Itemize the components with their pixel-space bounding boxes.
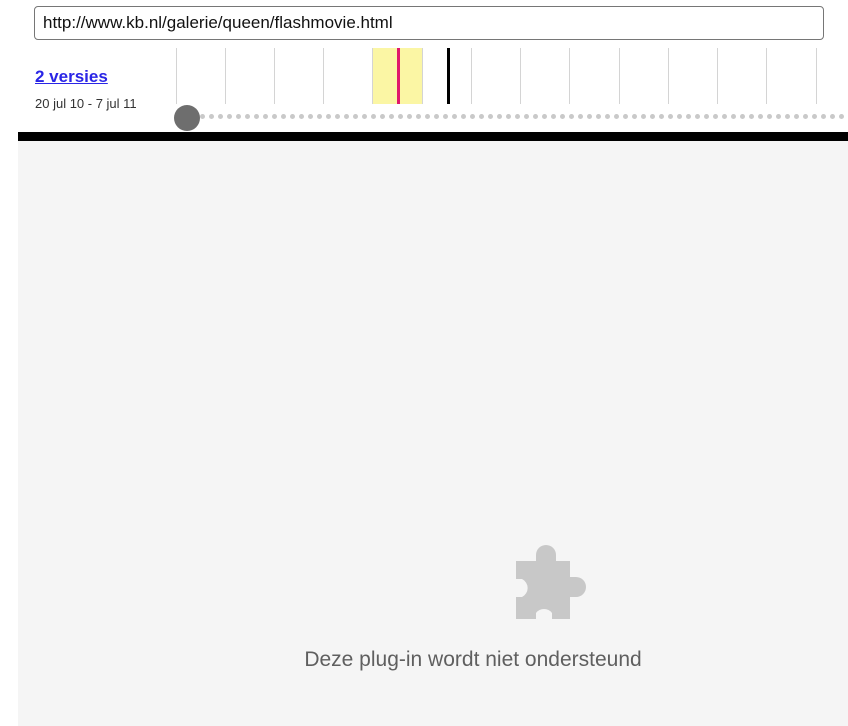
timeline-track-dot [704,114,709,119]
timeline-track-dot [623,114,628,119]
timeline-track-dot [452,114,457,119]
timeline-track-dot [614,114,619,119]
timeline-tick[interactable] [225,48,226,104]
plugin-unsupported-message: Deze plug-in wordt niet ondersteund [304,648,642,671]
timeline-track-dot [758,114,763,119]
timeline-track-dot [236,114,241,119]
timeline-track-dot [749,114,754,119]
timeline-tick[interactable] [274,48,275,104]
timeline-track-dot [767,114,772,119]
timeline-track-dot [686,114,691,119]
capture-marker-second[interactable] [447,48,450,104]
timeline-track-dot [524,114,529,119]
timeline-track-dot [416,114,421,119]
timeline-track-dot [587,114,592,119]
timeline-track-dot [362,114,367,119]
timeline-track-dot [479,114,484,119]
timeline-tick[interactable] [176,48,177,104]
toolbar-separator [18,132,848,141]
timeline-tick[interactable] [323,48,324,104]
wayback-toolbar: 2 versies 20 jul 10 - 7 jul 11 [0,0,848,132]
timeline-track-dot [434,114,439,119]
timeline-track-dot [542,114,547,119]
timeline-tick[interactable] [766,48,767,104]
timeline-track-dot [839,114,844,119]
timeline-tick[interactable] [422,48,423,104]
timeline-track-dot [254,114,259,119]
timeline-track-dot [326,114,331,119]
timeline-tick[interactable] [816,48,817,104]
timeline-track-dot [389,114,394,119]
timeline-track-dot [380,114,385,119]
timeline-track-dot [317,114,322,119]
timeline-track-dot [209,114,214,119]
timeline-track-dot [695,114,700,119]
timeline-track-dot [506,114,511,119]
timeline-track-dot [245,114,250,119]
timeline-track-dot [227,114,232,119]
timeline-track-dot [281,114,286,119]
timeline-track-dot [200,114,205,119]
timeline-track-dot [794,114,799,119]
timeline-tick[interactable] [520,48,521,104]
timeline-track-dot [560,114,565,119]
timeline-track-dot [740,114,745,119]
timeline-track-dot [335,114,340,119]
timeline-track-dot [812,114,817,119]
timeline-track-dot [821,114,826,119]
timeline-tick[interactable] [668,48,669,104]
timeline-track-dot [515,114,520,119]
plugin-placeholder: Deze plug-in wordt niet ondersteund [18,141,848,726]
timeline-track-dot [677,114,682,119]
timeline-track-dot [731,114,736,119]
url-input[interactable] [34,6,824,40]
timeline-track-dot [407,114,412,119]
timeline-tick[interactable] [471,48,472,104]
timeline-track-dot [290,114,295,119]
timeline-track-dot [470,114,475,119]
timeline-track-dot [398,114,403,119]
timeline-tick[interactable] [569,48,570,104]
timeline-track-dot [650,114,655,119]
versions-link[interactable]: 2 versies [35,67,108,87]
timeline-track-dot [263,114,268,119]
timeline-track-dot [551,114,556,119]
timeline-track-dot [569,114,574,119]
date-range-label: 20 jul 10 - 7 jul 11 [35,96,137,111]
timeline-track-dot [659,114,664,119]
timeline-track-dot [425,114,430,119]
timeline-track-dot [596,114,601,119]
timeline-track-dot [443,114,448,119]
timeline-track-dot [461,114,466,119]
timeline-track-dot [641,114,646,119]
timeline-track-dot [371,114,376,119]
timeline-track-dot [533,114,538,119]
timeline-track-dot [713,114,718,119]
timeline-track-dot [722,114,727,119]
timeline-track-dot [785,114,790,119]
timeline-track-dot [488,114,493,119]
timeline-track-dot [272,114,277,119]
timeline-tick[interactable] [717,48,718,104]
puzzle-piece-icon [516,545,586,619]
timeline-track-dot [218,114,223,119]
timeline-tick[interactable] [372,48,373,104]
timeline-track-dot [668,114,673,119]
timeline-track-dot [299,114,304,119]
timeline-scrubber-handle[interactable] [174,105,200,131]
timeline-track-dot [803,114,808,119]
timeline-track-dot [578,114,583,119]
timeline-track-dot [308,114,313,119]
capture-marker-first[interactable] [397,48,400,104]
capture-timeline[interactable] [172,48,848,131]
timeline-track-dot [497,114,502,119]
timeline-tick[interactable] [619,48,620,104]
timeline-track-dot [353,114,358,119]
timeline-track-dot [605,114,610,119]
timeline-track-dot [344,114,349,119]
timeline-track-dot [830,114,835,119]
timeline-track-dot [632,114,637,119]
timeline-track[interactable] [200,114,848,122]
timeline-track-dot [776,114,781,119]
